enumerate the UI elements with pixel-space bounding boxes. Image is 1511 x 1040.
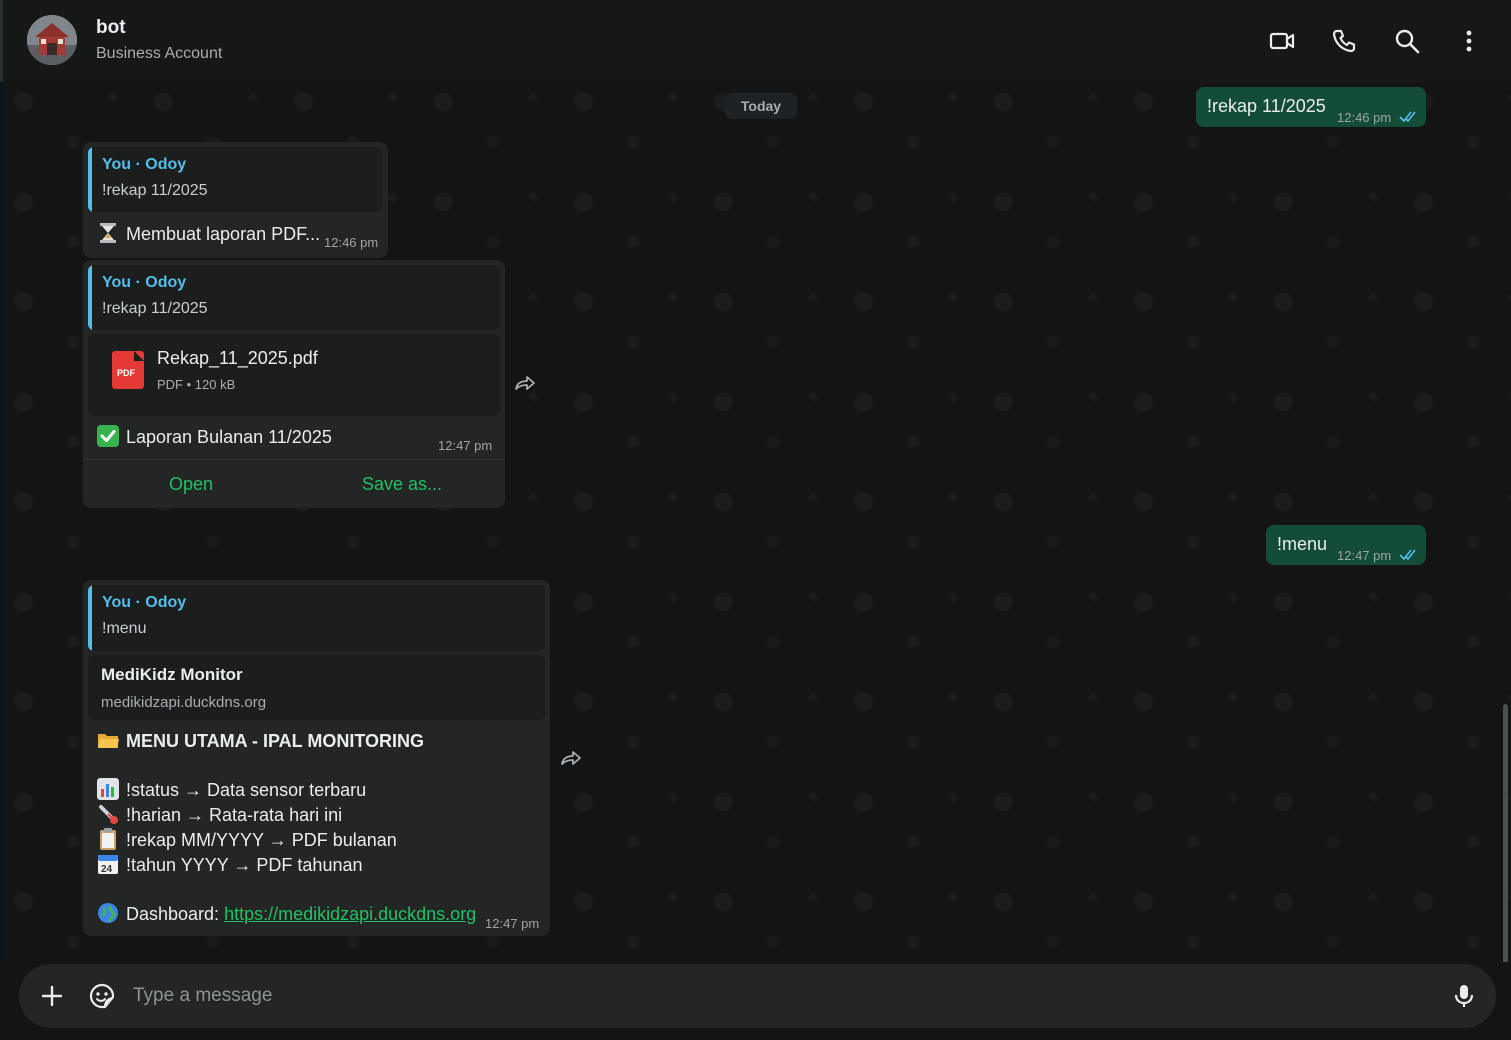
globe-icon bbox=[98, 903, 118, 923]
link-preview-domain: medikidzapi.duckdns.org bbox=[101, 694, 267, 711]
read-ticks-icon bbox=[1399, 549, 1416, 561]
attach-plus-icon[interactable] bbox=[37, 981, 67, 1011]
search-icon[interactable] bbox=[1392, 26, 1422, 56]
quoted-message[interactable]: You · Odoy !rekap 11/2025 bbox=[88, 265, 500, 330]
read-ticks-icon bbox=[1399, 111, 1416, 123]
document-action-bar: Open Save as... bbox=[83, 459, 505, 508]
quote-author: You · Odoy bbox=[102, 274, 187, 291]
dashboard-link[interactable]: https://medikidzapi.duckdns.org bbox=[224, 904, 476, 924]
contact-status: Business Account bbox=[96, 45, 223, 62]
forward-icon[interactable] bbox=[508, 366, 542, 400]
menu-line: !status → Data sensor terbaru bbox=[126, 780, 367, 800]
menu-heading: MENU UTAMA - IPAL MONITORING bbox=[126, 731, 424, 751]
document-file-meta: PDF • 120 kB bbox=[157, 377, 236, 392]
sticker-emoji-icon[interactable] bbox=[87, 981, 117, 1011]
contact-name[interactable]: bot bbox=[96, 17, 126, 39]
chat-messages-area[interactable]: Today !rekap 11/2025 12:46 pm You · Odoy… bbox=[3, 82, 1511, 1030]
message-time: 12:46 pm bbox=[324, 235, 379, 250]
message-time: 12:47 pm bbox=[438, 438, 493, 453]
outgoing-message[interactable]: !menu 12:47 pm bbox=[1266, 525, 1426, 565]
document-attachment[interactable]: PDF Rekap_11_2025.pdf PDF • 120 kB bbox=[88, 334, 500, 416]
quoted-message[interactable]: You · Odoy !rekap 11/2025 bbox=[88, 147, 382, 212]
quote-text: !rekap 11/2025 bbox=[102, 182, 208, 199]
svg-text:24: 24 bbox=[101, 864, 113, 875]
message-composer bbox=[19, 964, 1496, 1028]
check-mark-button-icon bbox=[97, 425, 119, 447]
contact-avatar[interactable] bbox=[27, 15, 77, 65]
clipboard-icon bbox=[100, 828, 116, 850]
thermometer-icon bbox=[99, 805, 118, 824]
quote-author: You · Odoy bbox=[102, 156, 187, 173]
folder-icon bbox=[98, 734, 119, 748]
menu-line: !harian → Rata-rata hari ini bbox=[126, 805, 343, 825]
forward-icon[interactable] bbox=[554, 741, 588, 775]
document-file-name: Rekap_11_2025.pdf bbox=[157, 348, 318, 368]
message-time: 12:46 pm bbox=[1337, 110, 1392, 125]
incoming-menu-message[interactable]: You · Odoy !menu MediKidz Monitor mediki… bbox=[83, 580, 550, 936]
message-text: Membuat laporan PDF... bbox=[126, 224, 321, 244]
video-call-icon[interactable] bbox=[1267, 26, 1297, 56]
outgoing-message[interactable]: !rekap 11/2025 12:46 pm bbox=[1196, 87, 1426, 127]
incoming-message[interactable]: You · Odoy !rekap 11/2025 Membuat lapora… bbox=[83, 142, 388, 258]
incoming-document-message[interactable]: You · Odoy !rekap 11/2025 PDF Rekap_11_2… bbox=[83, 260, 505, 508]
microphone-icon[interactable] bbox=[1449, 981, 1479, 1011]
bar-chart-icon bbox=[97, 778, 119, 800]
link-preview[interactable]: MediKidz Monitor medikidzapi.duckdns.org bbox=[88, 655, 545, 720]
save-as-button[interactable]: Save as... bbox=[362, 474, 442, 495]
message-input[interactable] bbox=[133, 974, 1423, 1018]
hourglass-icon bbox=[100, 223, 116, 243]
message-time: 12:47 pm bbox=[485, 916, 540, 931]
chat-header: bot Business Account bbox=[0, 0, 1511, 82]
message-text: !menu bbox=[1277, 534, 1328, 554]
calendar-icon: 24 bbox=[98, 855, 118, 875]
more-options-icon[interactable] bbox=[1454, 26, 1484, 56]
open-button[interactable]: Open bbox=[169, 474, 213, 495]
dashboard-label: Dashboard: bbox=[126, 904, 225, 924]
composer-footer bbox=[0, 962, 1511, 1040]
quote-text: !rekap 11/2025 bbox=[102, 300, 208, 317]
message-text: !rekap 11/2025 bbox=[1207, 96, 1326, 116]
voice-call-icon[interactable] bbox=[1329, 26, 1359, 56]
quote-text: !menu bbox=[102, 620, 147, 637]
menu-line: !rekap MM/YYYY → PDF bulanan bbox=[126, 830, 397, 850]
quoted-message[interactable]: You · Odoy !menu bbox=[88, 585, 545, 651]
quote-author: You · Odoy bbox=[102, 594, 187, 611]
date-chip: Today bbox=[725, 93, 797, 119]
link-preview-title: MediKidz Monitor bbox=[101, 665, 243, 684]
menu-line: !tahun YYYY → PDF tahunan bbox=[126, 855, 363, 875]
pdf-file-icon: PDF bbox=[112, 351, 144, 389]
message-text: Laporan Bulanan 11/2025 bbox=[126, 427, 332, 447]
message-time: 12:47 pm bbox=[1337, 548, 1392, 563]
